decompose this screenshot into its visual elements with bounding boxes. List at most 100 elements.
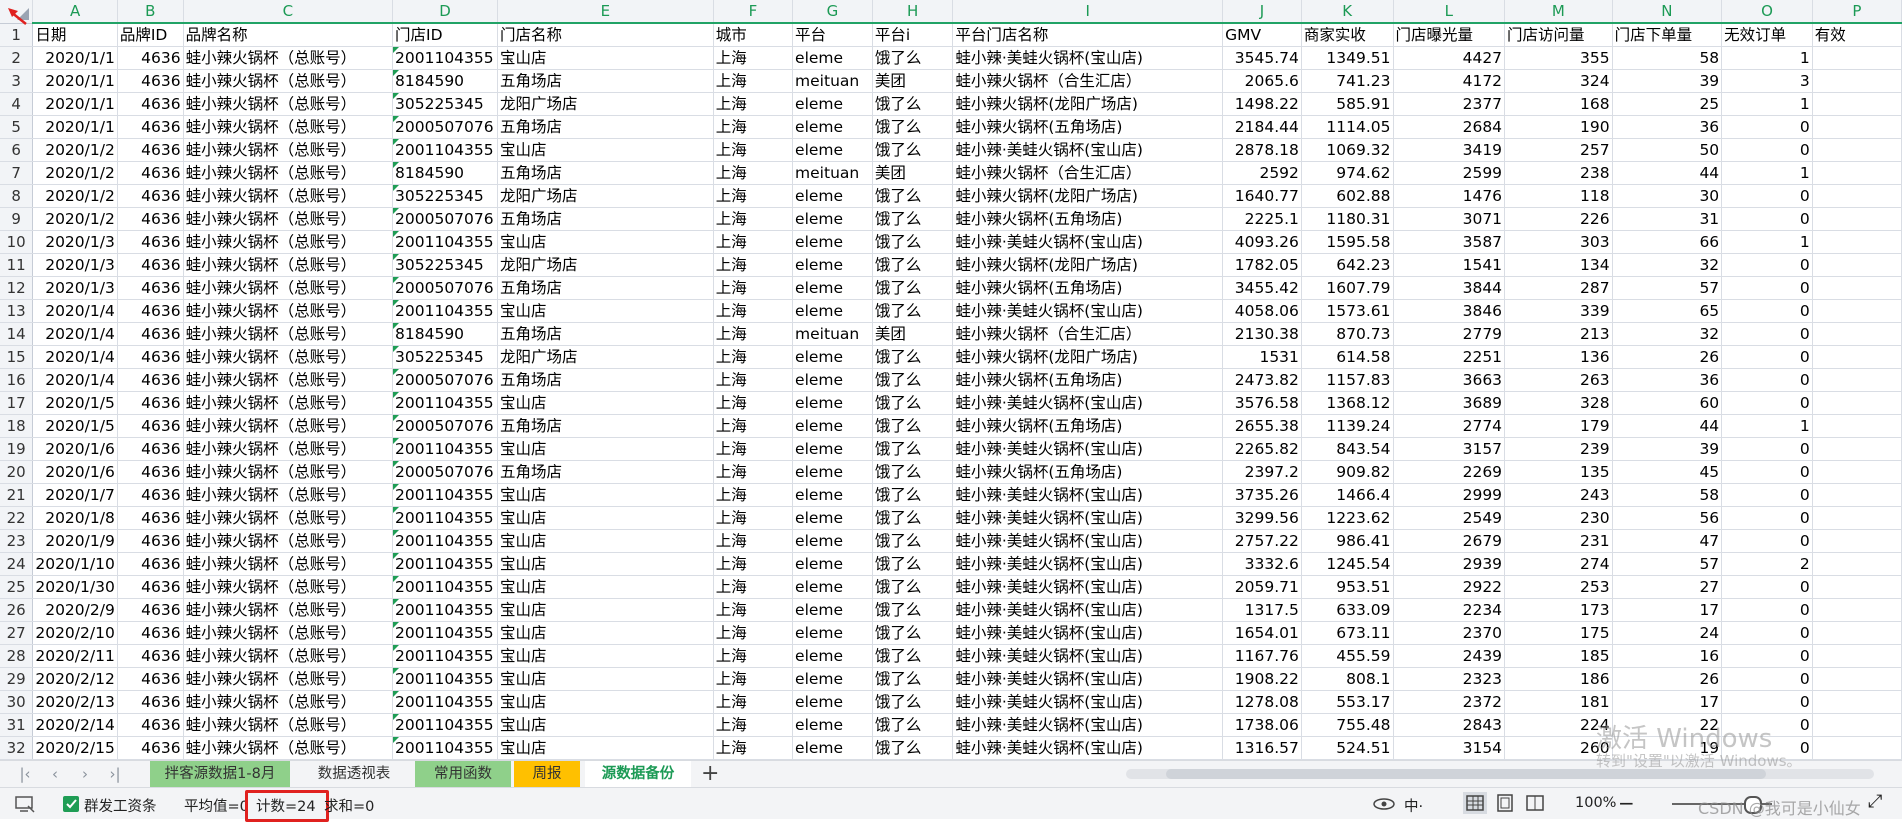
table-cell[interactable]: 0 [1721,345,1813,369]
table-cell[interactable]: 3 [1721,69,1813,93]
table-cell[interactable]: 上海 [713,529,794,553]
table-cell[interactable]: 4058.06 [1222,299,1302,323]
table-cell[interactable]: 66 [1612,230,1723,254]
table-cell[interactable]: 宝山店 [497,529,714,553]
table-cell[interactable]: 五角场店 [497,276,714,300]
table-cell[interactable]: 57 [1612,276,1723,300]
table-cell[interactable]: 上海 [713,161,794,185]
table-cell[interactable]: 32 [1612,253,1723,277]
table-cell[interactable]: 2020/1/5 [32,391,118,415]
table-cell[interactable]: 2000507076 [392,207,498,231]
prev-sheet-icon[interactable]: ‹ [44,765,66,783]
table-cell[interactable]: 1 [1721,161,1813,185]
zoom-out-icon[interactable]: − [1618,791,1635,815]
table-cell[interactable]: 2779 [1393,322,1506,346]
table-cell[interactable]: eleme [792,184,873,208]
table-cell[interactable]: 25 [1612,92,1723,116]
table-cell[interactable]: eleme [792,690,873,714]
table-cell[interactable]: 蛙小辣火锅杯(五角场店) [952,368,1224,392]
table-cell[interactable]: 蛙小辣·美蛙火锅杯(宝山店) [952,598,1224,622]
table-cell[interactable]: 五角场店 [497,460,714,484]
table-cell[interactable]: 4636 [117,276,184,300]
table-cell[interactable]: 65 [1612,299,1723,323]
table-cell[interactable]: 909.82 [1301,460,1394,484]
table-cell[interactable]: 0 [1721,483,1813,507]
table-cell[interactable]: 4093.26 [1222,230,1302,254]
table-cell[interactable]: 2020/1/4 [32,368,118,392]
table-cell[interactable]: 2843 [1393,713,1506,737]
table-cell[interactable]: 168 [1504,92,1613,116]
table-cell[interactable]: 蛙小辣·美蛙火锅杯(宝山店) [952,506,1224,530]
table-cell[interactable]: 56 [1612,506,1723,530]
table-cell[interactable]: 642.23 [1301,253,1394,277]
table-cell[interactable]: eleme [792,368,873,392]
table-cell[interactable]: 上海 [713,483,794,507]
row-number[interactable]: 26 [0,598,34,622]
table-cell[interactable]: 58 [1612,483,1723,507]
table-cell[interactable]: 2001104355 [392,736,498,760]
table-cell[interactable]: 16 [1612,644,1723,668]
table-cell-empty[interactable] [1812,368,1902,392]
table-cell[interactable]: 986.41 [1301,529,1394,553]
row-number[interactable]: 31 [0,713,34,737]
table-cell[interactable]: 3157 [1393,437,1506,461]
header-cell[interactable]: 品牌ID [117,22,184,47]
table-cell[interactable]: 2020/1/6 [32,437,118,461]
table-cell[interactable]: 2001104355 [392,138,498,162]
table-cell[interactable]: 3455.42 [1222,276,1302,300]
table-cell[interactable]: 上海 [713,368,794,392]
payroll-app-label[interactable]: 群发工资条 [84,795,157,816]
table-cell[interactable]: 蛙小辣·美蛙火锅杯(宝山店) [952,644,1224,668]
table-cell[interactable]: 宝山店 [497,575,714,599]
table-cell[interactable]: 蛙小辣·美蛙火锅杯(宝山店) [952,736,1224,760]
column-header-m[interactable]: M [1504,0,1613,24]
table-cell[interactable]: 32 [1612,322,1723,346]
table-cell[interactable]: 2059.71 [1222,575,1302,599]
column-header-p[interactable]: P [1812,0,1902,24]
table-cell[interactable]: 龙阳广场店 [497,92,714,116]
page-layout-view-icon[interactable] [1493,792,1517,814]
table-cell[interactable]: 上海 [713,138,794,162]
table-cell[interactable]: 4636 [117,736,184,760]
table-cell[interactable]: 524.51 [1301,736,1394,760]
table-cell[interactable]: 4636 [117,138,184,162]
table-cell[interactable]: 蛙小辣火锅杯（总账号） [183,230,394,254]
table-cell[interactable]: 0 [1721,184,1813,208]
eye-protection-icon[interactable] [1372,796,1396,812]
table-cell[interactable]: 3154 [1393,736,1506,760]
table-cell[interactable]: 饿了么 [872,230,954,254]
header-cell[interactable]: 门店名称 [497,22,714,47]
table-cell[interactable]: 蛙小辣火锅杯（总账号） [183,161,394,185]
table-cell[interactable]: 蛙小辣火锅杯（合生汇店） [952,161,1224,185]
table-cell[interactable]: 2397.2 [1222,460,1302,484]
table-cell[interactable]: 饿了么 [872,253,954,277]
table-cell-empty[interactable] [1812,713,1902,737]
table-cell[interactable]: 3576.58 [1222,391,1302,415]
table-cell[interactable]: 0 [1721,299,1813,323]
table-cell[interactable]: meituan [792,161,873,185]
row-number[interactable]: 7 [0,161,34,185]
table-cell[interactable]: 39 [1612,69,1723,93]
table-cell[interactable]: 602.88 [1301,184,1394,208]
table-cell[interactable]: 2020/1/4 [32,299,118,323]
row-number[interactable]: 28 [0,644,34,668]
table-cell[interactable]: 2939 [1393,552,1506,576]
table-cell[interactable]: 蛙小辣火锅杯（总账号） [183,529,394,553]
table-cell[interactable]: 1 [1721,46,1813,70]
table-cell[interactable]: 45 [1612,460,1723,484]
table-cell[interactable]: 宝山店 [497,644,714,668]
table-cell[interactable]: 饿了么 [872,667,954,691]
table-cell-empty[interactable] [1812,391,1902,415]
table-cell[interactable]: 4636 [117,253,184,277]
table-cell[interactable]: 2001104355 [392,621,498,645]
sheet-table[interactable]: ABCDEFGHIJKLMNOP 1 日期 品牌ID 品牌名称 门店ID 门店名称 城市 平台… [0,0,1902,760]
table-cell[interactable]: 蛙小辣火锅杯（合生汇店） [952,322,1224,346]
table-cell[interactable]: 上海 [713,207,794,231]
table-cell[interactable]: eleme [792,483,873,507]
table-cell[interactable]: 3332.6 [1222,552,1302,576]
table-cell[interactable]: 328 [1504,391,1613,415]
table-cell[interactable]: 上海 [713,230,794,254]
table-cell[interactable]: 58 [1612,46,1723,70]
table-cell[interactable]: 4636 [117,483,184,507]
header-cell[interactable]: 门店下单量 [1612,22,1723,47]
